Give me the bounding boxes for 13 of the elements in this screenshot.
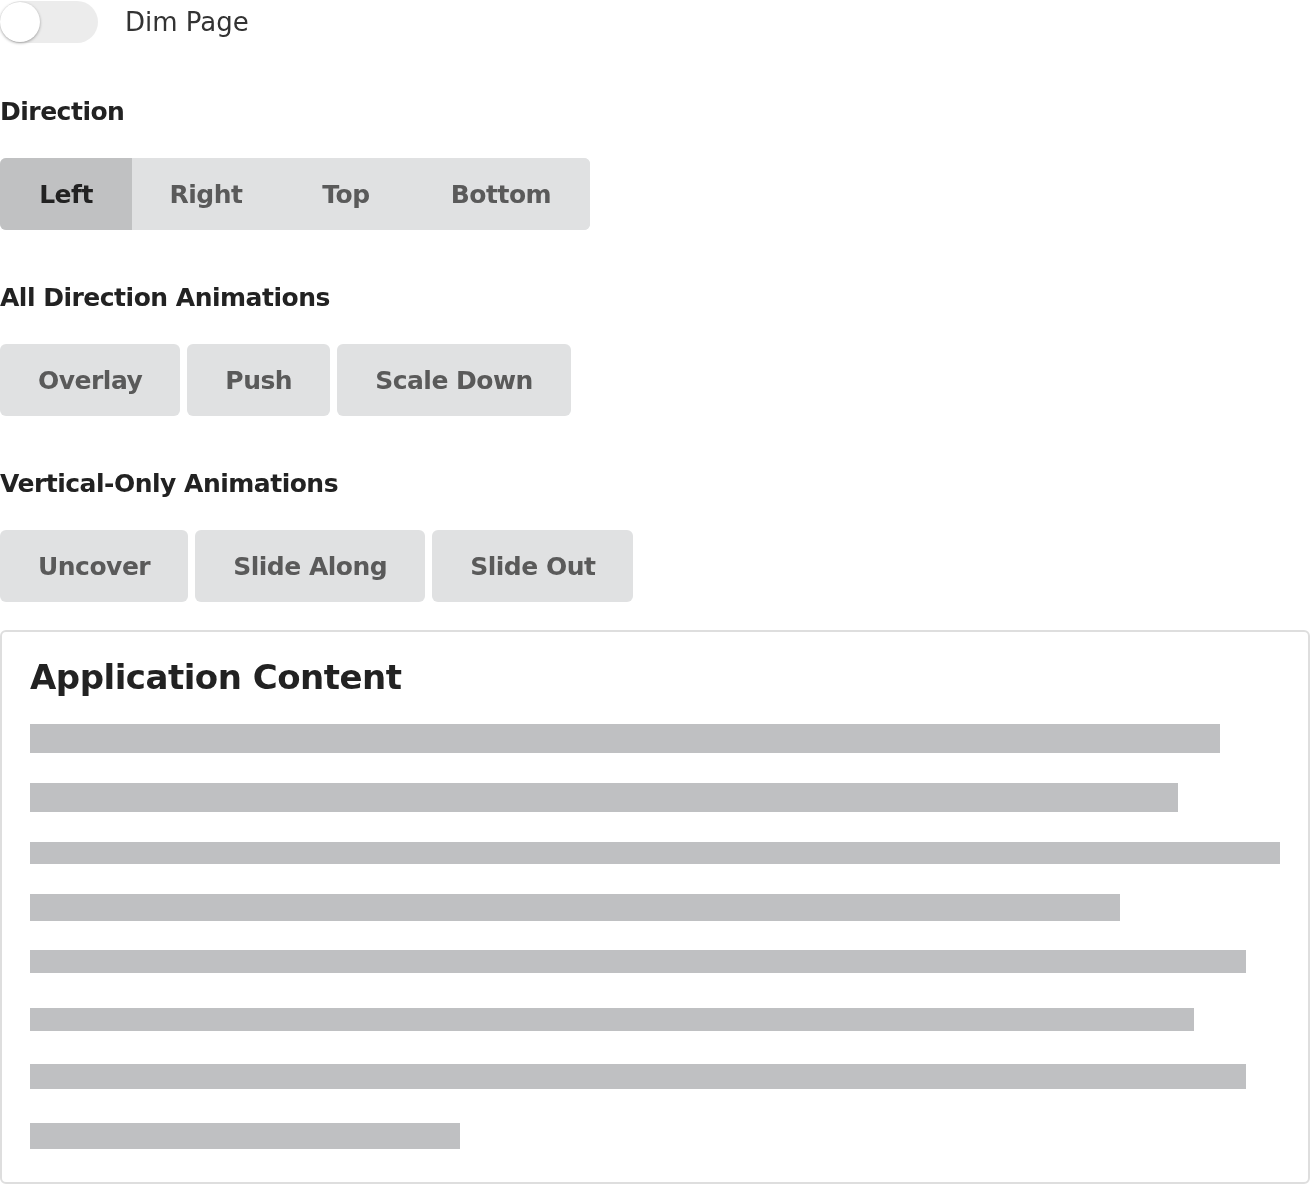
option-button[interactable]: Scale Down bbox=[337, 344, 571, 416]
section-heading: All Direction Animations bbox=[0, 282, 331, 314]
content-title: Application Content bbox=[30, 656, 403, 699]
toggle-label: Dim Page bbox=[125, 7, 249, 37]
toggle-switch[interactable] bbox=[0, 1, 98, 43]
option-button[interactable]: Slide Out bbox=[432, 530, 634, 602]
section-heading: Direction bbox=[0, 96, 126, 128]
option-button[interactable]: Overlay bbox=[0, 344, 181, 416]
option-button[interactable]: Push bbox=[187, 344, 331, 416]
section-heading: Vertical-Only Animations bbox=[0, 468, 340, 500]
option-button[interactable]: Uncover bbox=[0, 530, 189, 602]
option-button[interactable]: Slide Along bbox=[195, 530, 426, 602]
option-button[interactable]: Left bbox=[0, 158, 132, 230]
